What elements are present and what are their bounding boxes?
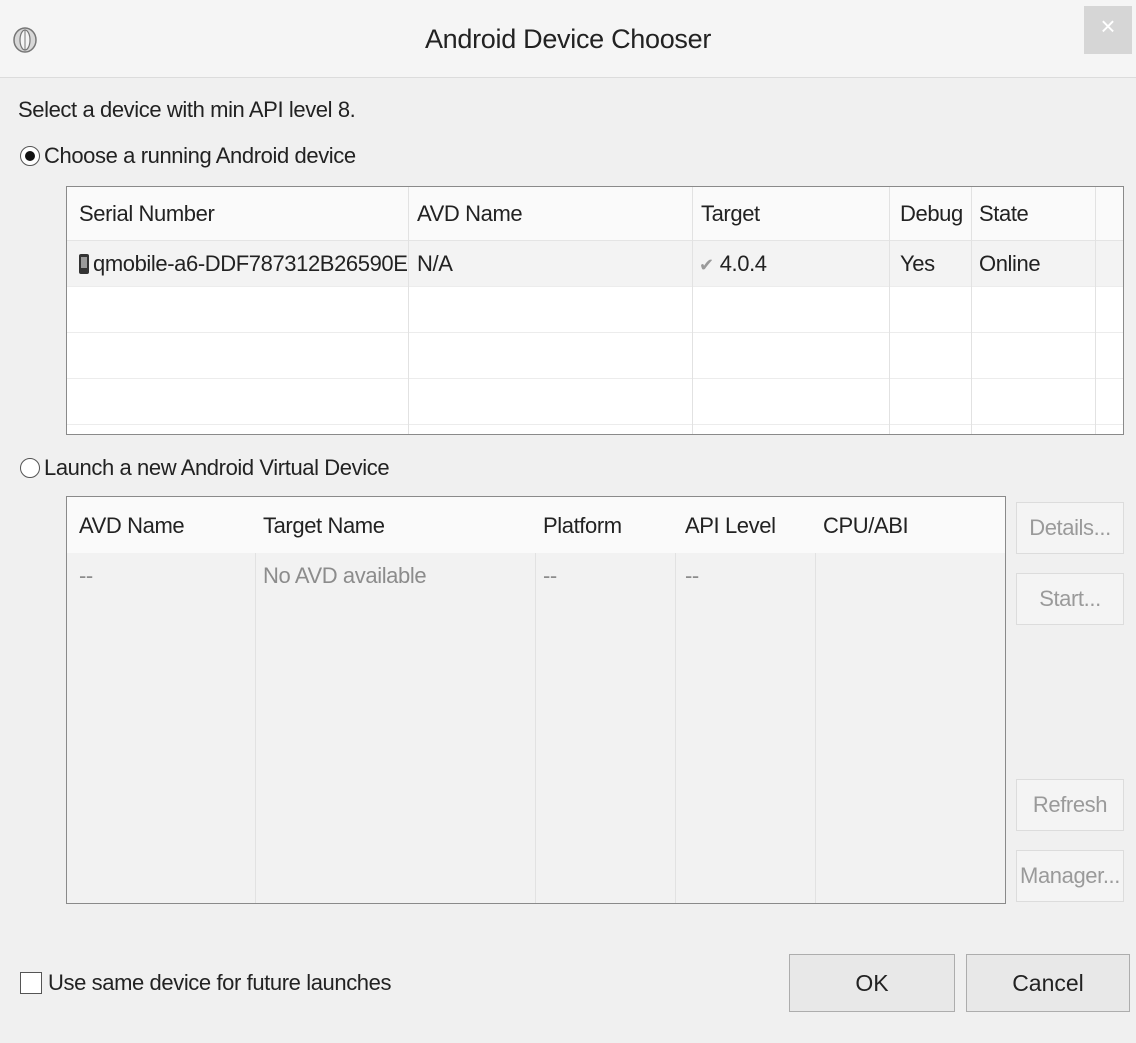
target-value: 4.0.4 [719, 251, 767, 276]
same-device-checkbox[interactable] [20, 972, 42, 994]
title-bar: Android Device Chooser × [0, 0, 1136, 78]
avd-name-value: N/A [417, 251, 453, 276]
serial-cell: qmobile-a6-DDF787312B26590E [79, 251, 408, 277]
avd-name-empty: -- [79, 563, 93, 588]
api-level-empty: -- [685, 563, 699, 588]
manager-button[interactable]: Manager... [1016, 850, 1124, 902]
col-header-avd-name[interactable]: AVD Name [417, 201, 523, 227]
column-divider [408, 187, 409, 434]
avd-table[interactable]: AVD Name Target Name Platform API Level … [66, 496, 1006, 904]
ok-button[interactable]: OK [789, 954, 955, 1012]
col-header-target[interactable]: Target [701, 201, 760, 227]
table-row [67, 379, 1123, 425]
column-divider [815, 553, 816, 903]
column-divider [1095, 187, 1096, 434]
table-row [67, 287, 1123, 333]
col-header-avd-name[interactable]: AVD Name [79, 513, 185, 539]
col-header-platform[interactable]: Platform [543, 513, 622, 539]
col-header-target-name[interactable]: Target Name [263, 513, 385, 539]
col-header-api-level[interactable]: API Level [685, 513, 776, 539]
running-devices-table[interactable]: Serial Number AVD Name Target Debug Stat… [66, 186, 1124, 435]
col-header-cpu-abi[interactable]: CPU/ABI [823, 513, 909, 539]
launch-avd-label[interactable]: Launch a new Android Virtual Device [44, 455, 390, 481]
device-table-header: Serial Number AVD Name Target Debug Stat… [67, 187, 1123, 241]
column-divider [971, 187, 972, 434]
col-header-serial-number[interactable]: Serial Number [79, 201, 215, 227]
state-value: Online [979, 251, 1041, 276]
avd-table-header: AVD Name Target Name Platform API Level … [67, 497, 1005, 553]
no-avd-message: No AVD available [263, 563, 427, 588]
cancel-button[interactable]: Cancel [966, 954, 1130, 1012]
serial-number-value: qmobile-a6-DDF787312B26590E [93, 251, 408, 276]
running-device-radio[interactable] [20, 146, 40, 166]
check-icon: ✔ [699, 255, 714, 275]
window-title: Android Device Chooser [424, 24, 712, 54]
phone-icon [79, 254, 89, 274]
details-button[interactable]: Details... [1016, 502, 1124, 554]
start-button[interactable]: Start... [1016, 573, 1124, 625]
column-divider [535, 553, 536, 903]
col-header-debug[interactable]: Debug [900, 201, 963, 227]
launch-avd-radio[interactable] [20, 458, 40, 478]
close-button[interactable]: × [1084, 6, 1132, 54]
platform-empty: -- [543, 563, 557, 588]
target-cell: ✔ 4.0.4 [699, 251, 767, 277]
column-divider [692, 187, 693, 434]
running-device-label[interactable]: Choose a running Android device [44, 143, 356, 169]
same-device-label[interactable]: Use same device for future launches [48, 970, 391, 996]
min-api-message: Select a device with min API level 8. [18, 97, 356, 122]
android-device-chooser-dialog: Android Device Chooser × Select a device… [0, 0, 1136, 1043]
refresh-button[interactable]: Refresh [1016, 779, 1124, 831]
column-divider [255, 553, 256, 903]
column-divider [889, 187, 890, 434]
column-divider [675, 553, 676, 903]
table-row [67, 333, 1123, 379]
debug-value: Yes [900, 251, 935, 276]
radio-selected-dot [25, 151, 35, 161]
col-header-state[interactable]: State [979, 201, 1029, 227]
table-row[interactable]: qmobile-a6-DDF787312B26590E N/A ✔ 4.0.4 Y… [67, 241, 1123, 287]
close-icon: × [1100, 11, 1116, 41]
